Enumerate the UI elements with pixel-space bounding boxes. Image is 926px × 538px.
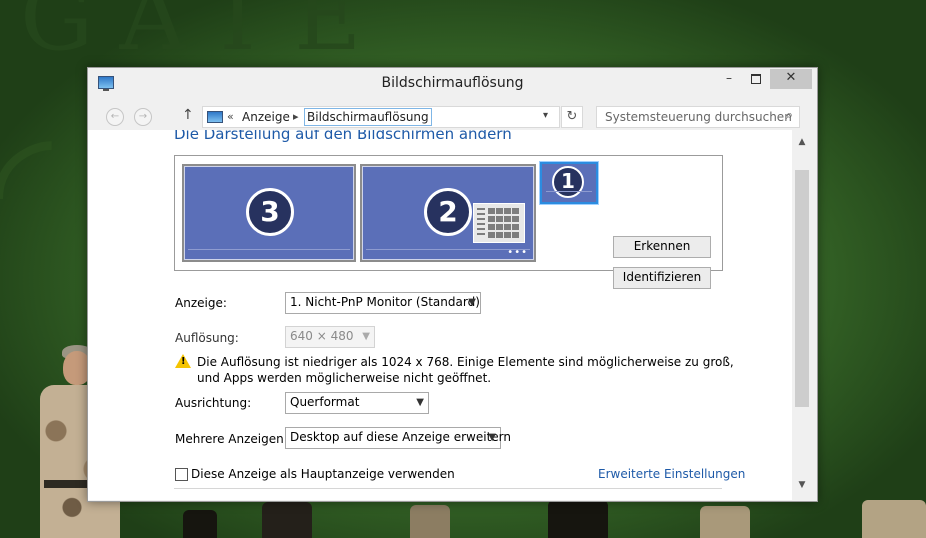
chevron-down-icon[interactable]: ▾ bbox=[543, 110, 548, 121]
orientation-select[interactable]: Querformat ▼ bbox=[285, 392, 429, 414]
window-title: Bildschirmauflösung bbox=[381, 75, 524, 91]
chevron-down-icon: ▼ bbox=[362, 331, 370, 342]
display-label: Anzeige: bbox=[175, 296, 227, 310]
up-button[interactable]: ↑ bbox=[182, 107, 194, 123]
maximize-icon bbox=[751, 74, 761, 84]
wallpaper-figure bbox=[548, 500, 608, 538]
warning-icon: ! bbox=[175, 354, 191, 368]
multiple-displays-select-value: Desktop auf diese Anzeige erweitern bbox=[290, 430, 511, 444]
breadcrumb-anzeige[interactable]: Anzeige bbox=[242, 110, 290, 124]
monitor-3[interactable]: 3 bbox=[182, 164, 356, 262]
monitor-2[interactable]: 2 ••• bbox=[360, 164, 536, 262]
breadcrumb-separator-icon[interactable]: ▸ bbox=[293, 110, 299, 123]
resolution-label: Auflösung: bbox=[175, 331, 239, 345]
wallpaper-figure bbox=[862, 500, 926, 538]
back-button[interactable]: ← bbox=[106, 108, 124, 126]
search-icon[interactable]: ⌕ bbox=[786, 108, 793, 123]
start-tile-icon bbox=[473, 203, 525, 243]
forward-button[interactable]: → bbox=[134, 108, 152, 126]
scroll-down-icon[interactable]: ▼ bbox=[792, 477, 812, 494]
orientation-label: Ausrichtung: bbox=[175, 396, 252, 410]
monitor-number: 2 bbox=[424, 188, 472, 236]
wallpaper-figure bbox=[410, 505, 450, 538]
minimize-button[interactable]: – bbox=[716, 69, 742, 89]
breadcrumb-current[interactable]: Bildschirmauflösung bbox=[304, 108, 432, 126]
refresh-button[interactable]: ↻ bbox=[561, 106, 583, 128]
display-select[interactable]: 1. Nicht-PnP Monitor (Standard) ▼ bbox=[285, 292, 481, 314]
divider bbox=[174, 488, 722, 489]
wallpaper-title: GATE bbox=[20, 0, 388, 71]
warning-text: Die Auflösung ist niedriger als 1024 x 7… bbox=[197, 355, 734, 385]
page-heading: Die Darstellung auf den Bildschirmen änd… bbox=[174, 130, 512, 143]
more-dots-icon: ••• bbox=[507, 247, 528, 258]
vertical-scrollbar[interactable]: ▲ ▼ bbox=[792, 130, 812, 500]
wallpaper-emblem: ◜ bbox=[0, 100, 53, 274]
navigation-bar: ← → ↑ « Anzeige ▸ Bildschirmauflösung ▾ … bbox=[88, 104, 817, 130]
address-bar[interactable]: « Anzeige ▸ Bildschirmauflösung ▾ bbox=[202, 106, 560, 128]
close-button[interactable]: ✕ bbox=[770, 69, 812, 89]
chevron-down-icon: ▼ bbox=[468, 297, 476, 308]
wallpaper-figure bbox=[700, 506, 750, 538]
scroll-up-icon[interactable]: ▲ bbox=[792, 134, 812, 151]
chevron-down-icon: ▼ bbox=[416, 397, 424, 408]
wallpaper-figure bbox=[262, 502, 312, 538]
display-select-value: 1. Nicht-PnP Monitor (Standard) bbox=[290, 295, 480, 309]
main-display-checkbox-label[interactable]: Diese Anzeige als Hauptanzeige verwenden bbox=[191, 467, 455, 481]
multiple-displays-select[interactable]: Desktop auf diese Anzeige erweitern ▼ bbox=[285, 427, 511, 449]
resolution-select: 640 × 480 ▼ bbox=[285, 326, 375, 348]
identify-button[interactable]: Identifizieren bbox=[613, 267, 711, 289]
orientation-select-value: Querformat bbox=[290, 395, 360, 409]
main-display-checkbox[interactable] bbox=[175, 468, 188, 481]
maximize-button[interactable] bbox=[743, 69, 769, 89]
chevron-down-icon: ▼ bbox=[488, 432, 496, 443]
scrollbar-thumb[interactable] bbox=[795, 170, 809, 407]
search-input[interactable]: Systemsteuerung durchsuchen ⌕ bbox=[596, 106, 800, 128]
search-placeholder: Systemsteuerung durchsuchen bbox=[605, 110, 792, 124]
detect-button[interactable]: Erkennen bbox=[613, 236, 711, 258]
multiple-displays-label: Mehrere Anzeigen: bbox=[175, 432, 288, 446]
wallpaper-figure bbox=[183, 510, 217, 538]
control-panel-icon bbox=[207, 111, 223, 123]
resolution-select-value: 640 × 480 bbox=[290, 329, 354, 343]
advanced-settings-link[interactable]: Erweiterte Einstellungen bbox=[598, 467, 745, 481]
breadcrumb-overflow-icon[interactable]: « bbox=[227, 110, 234, 123]
monitor-number: 1 bbox=[552, 166, 584, 198]
display-settings-window: Bildschirmauflösung – ✕ ← → ↑ « Anzeige … bbox=[87, 67, 818, 502]
monitor-1[interactable]: 1 bbox=[540, 162, 598, 204]
content-area: Die Darstellung auf den Bildschirmen änd… bbox=[88, 130, 792, 500]
monitor-number: 3 bbox=[246, 188, 294, 236]
title-bar[interactable]: Bildschirmauflösung – ✕ bbox=[88, 68, 817, 98]
